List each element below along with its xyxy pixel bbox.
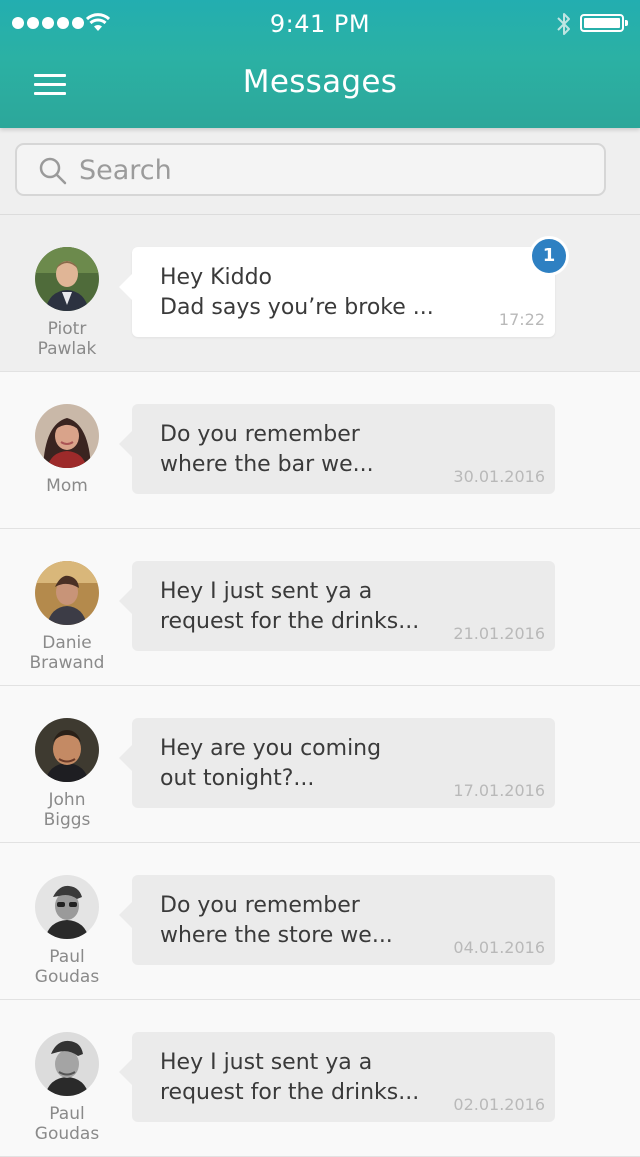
avatar[interactable] bbox=[35, 561, 99, 625]
navigation-bar: 9:41 PM Messages bbox=[0, 0, 640, 128]
contact-name: Paul Goudas bbox=[34, 1104, 100, 1144]
contact-name: Paul Goudas bbox=[34, 947, 100, 987]
message-timestamp: 04.01.2016 bbox=[453, 938, 545, 957]
unread-count-badge: 1 bbox=[529, 236, 569, 276]
message-timestamp: 21.01.2016 bbox=[453, 624, 545, 643]
avatar[interactable] bbox=[35, 875, 99, 939]
message-preview-line: Do you remember bbox=[160, 893, 360, 918]
battery-icon bbox=[580, 14, 628, 32]
conversation-row[interactable]: Danie Brawand Hey I just sent ya a reques… bbox=[0, 529, 640, 686]
message-timestamp: 17.01.2016 bbox=[453, 781, 545, 800]
message-preview-bubble[interactable]: Hey I just sent ya a request for the dri… bbox=[119, 1032, 555, 1122]
message-timestamp: 30.01.2016 bbox=[453, 467, 545, 486]
contact-name: Danie Brawand bbox=[29, 633, 105, 673]
conversation-row[interactable]: Paul Goudas Do you remember where the sto… bbox=[0, 843, 640, 1000]
bluetooth-icon bbox=[557, 13, 570, 35]
avatar[interactable] bbox=[35, 247, 99, 311]
conversation-row[interactable]: Piotr Pawlak Hey Kiddo Dad says you’re br… bbox=[0, 215, 640, 372]
conversation-list: Piotr Pawlak Hey Kiddo Dad says you’re br… bbox=[0, 215, 640, 1157]
contact-name: Mom bbox=[46, 476, 88, 496]
search-field[interactable] bbox=[15, 143, 606, 196]
conversation-row[interactable]: John Biggs Hey are you coming out tonight… bbox=[0, 686, 640, 843]
status-time: 9:41 PM bbox=[269, 10, 371, 38]
contact-name: Piotr Pawlak bbox=[37, 319, 97, 359]
avatar[interactable] bbox=[35, 404, 99, 468]
message-preview-bubble[interactable]: Hey are you coming out tonight?... 17.01… bbox=[119, 718, 555, 808]
message-preview-bubble[interactable]: Do you remember where the bar we... 30.0… bbox=[119, 404, 555, 494]
message-preview-bubble[interactable]: Hey I just sent ya a request for the dri… bbox=[119, 561, 555, 651]
message-preview-line: Hey I just sent ya a bbox=[160, 1050, 373, 1075]
message-preview-line: Hey are you coming bbox=[160, 736, 382, 761]
message-preview-bubble[interactable]: Do you remember where the store we... 04… bbox=[119, 875, 555, 965]
contact-name: John Biggs bbox=[43, 790, 91, 830]
message-preview-line: Do you remember bbox=[160, 422, 360, 447]
avatar[interactable] bbox=[35, 1032, 99, 1096]
search-icon bbox=[39, 157, 67, 185]
status-bar: 9:41 PM bbox=[0, 0, 640, 46]
search-bar-container bbox=[0, 128, 640, 215]
message-timestamp: 02.01.2016 bbox=[453, 1095, 545, 1114]
search-input[interactable] bbox=[79, 151, 579, 189]
message-preview-line: Dad says you’re broke ... bbox=[160, 295, 434, 320]
avatar[interactable] bbox=[35, 718, 99, 782]
conversation-row[interactable]: Paul Goudas Hey I just sent ya a request … bbox=[0, 1000, 640, 1157]
message-preview-bubble[interactable]: Hey Kiddo Dad says you’re broke ... 17:2… bbox=[119, 247, 555, 337]
conversation-row[interactable]: Mom Do you remember where the bar we... … bbox=[0, 372, 640, 529]
message-timestamp: 17:22 bbox=[498, 310, 545, 329]
page-title: Messages bbox=[242, 64, 398, 100]
message-preview-line: Hey I just sent ya a bbox=[160, 579, 373, 604]
message-preview-line: Hey Kiddo bbox=[160, 265, 273, 290]
